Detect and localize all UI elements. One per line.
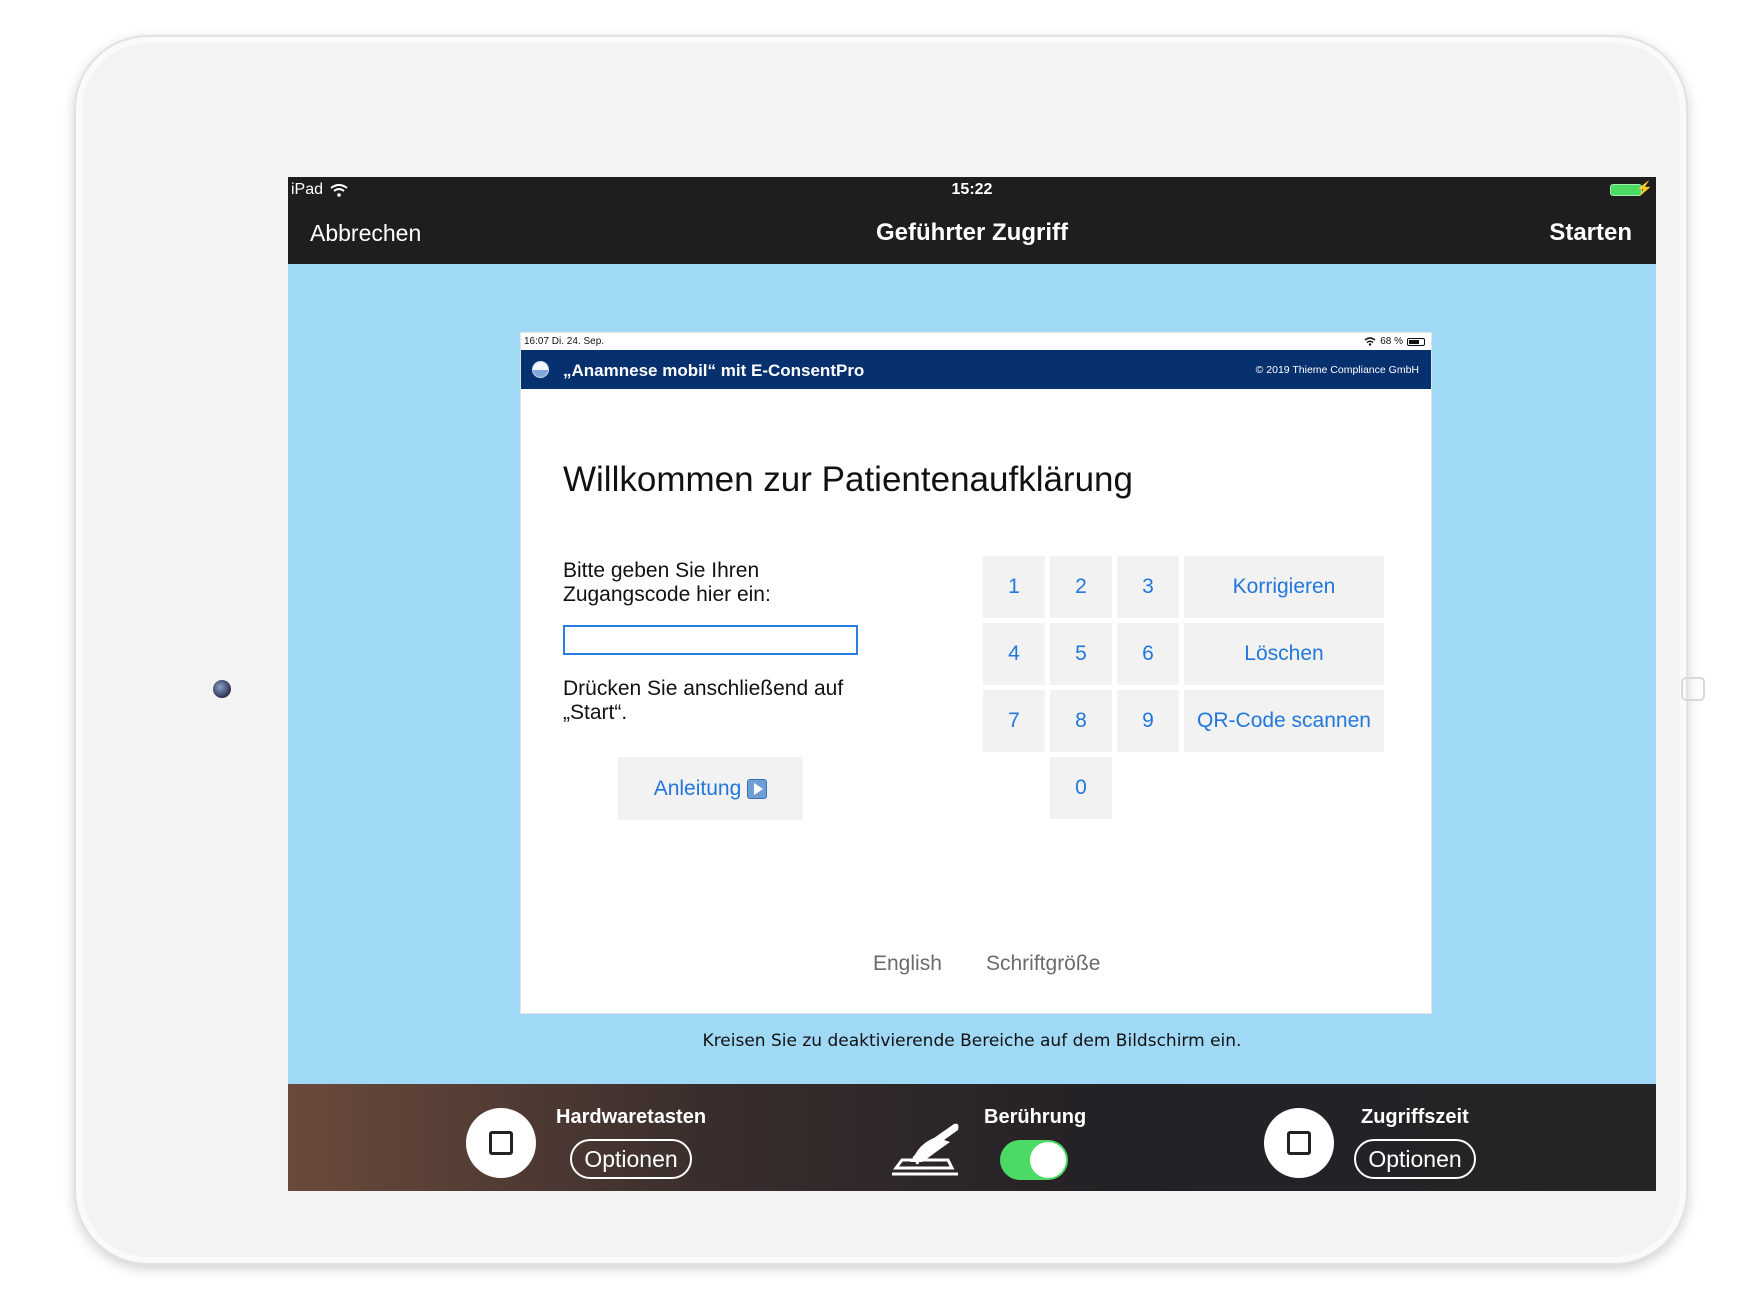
time-label: Zugriffszeit (1361, 1106, 1469, 1128)
app-status-time: 16:07 Di. 24. Sep. (524, 336, 605, 347)
key-8[interactable]: 8 (1050, 690, 1112, 752)
start-button[interactable]: Starten (1549, 219, 1632, 247)
toggle-knob (1030, 1142, 1066, 1178)
page-title: Willkommen zur Patientenaufklärung (563, 460, 1133, 499)
status-time: 15:22 (951, 181, 993, 198)
english-link[interactable]: English (873, 952, 942, 976)
key-0[interactable]: 0 (1050, 757, 1112, 819)
access-code-input[interactable] (563, 625, 858, 655)
anleitung-label: Anleitung (653, 776, 742, 800)
screen: iPad 15:22 ⚡ Abbrechen Geführter Zugriff… (288, 177, 1656, 1191)
nav-title: Geführter Zugriff (876, 219, 1068, 246)
play-icon (747, 778, 768, 799)
key-9[interactable]: 9 (1117, 690, 1179, 752)
hardware-toggle-button[interactable] (466, 1108, 536, 1178)
key-5[interactable]: 5 (1050, 623, 1112, 685)
key-6[interactable]: 6 (1117, 623, 1179, 685)
korrigieren-button[interactable]: Korrigieren (1184, 556, 1384, 618)
app-battery-text: 68 % (1380, 336, 1403, 347)
app-screen: 16:07 Di. 24. Sep. 68 % „Anamnese mobil“… (520, 332, 1432, 1014)
hint-text: Kreisen Sie zu deaktivierende Bereiche a… (702, 1031, 1242, 1051)
font-size-link[interactable]: Schriftgröße (986, 952, 1100, 976)
app-title: „Anamnese mobil“ mit E-ConsentPro (563, 361, 865, 380)
app-logo-icon (532, 361, 549, 378)
key-2[interactable]: 2 (1050, 556, 1112, 618)
key-3[interactable]: 3 (1117, 556, 1179, 618)
app-battery-icon (1407, 337, 1425, 346)
anleitung-button[interactable]: Anleitung (618, 757, 803, 820)
loeschen-button[interactable]: Löschen (1184, 623, 1384, 685)
ipad-frame: iPad 15:22 ⚡ Abbrechen Geführter Zugriff… (74, 35, 1705, 1265)
key-7[interactable]: 7 (983, 690, 1045, 752)
app-wifi-icon (1364, 337, 1376, 346)
app-status-bar: 16:07 Di. 24. Sep. 68 % (521, 333, 1431, 350)
hardware-label: Hardwaretasten (556, 1106, 707, 1128)
status-bar: iPad 15:22 ⚡ (288, 177, 1656, 202)
hardware-options-button[interactable]: Optionen (570, 1139, 692, 1179)
key-1[interactable]: 1 (983, 556, 1045, 618)
app-header: „Anamnese mobil“ mit E-ConsentPro © 2019… (521, 350, 1431, 389)
start-instruction: Drücken Sie anschließend auf „Start“. (563, 677, 844, 724)
nav-bar: Abbrechen Geführter Zugriff Starten (288, 202, 1656, 264)
camera (213, 680, 231, 698)
square-icon (489, 1131, 513, 1155)
home-button[interactable] (1681, 677, 1705, 701)
copyright: © 2019 Thieme Compliance GmbH (1255, 364, 1419, 376)
time-options-button[interactable]: Optionen (1354, 1139, 1476, 1179)
time-toggle-button[interactable] (1264, 1108, 1334, 1178)
touch-hand-icon (892, 1123, 959, 1176)
charging-icon: ⚡ (1635, 180, 1653, 196)
key-4[interactable]: 4 (983, 623, 1045, 685)
code-prompt: Bitte geben Sie Ihren Zugangscode hier e… (563, 559, 771, 606)
qr-code-button[interactable]: QR-Code scannen (1184, 690, 1384, 752)
square-icon (1287, 1131, 1311, 1155)
touch-toggle[interactable] (1000, 1140, 1068, 1180)
touch-label: Berührung (984, 1106, 1087, 1128)
bottom-bar: Hardwaretasten Optionen Berührung Zugrif… (288, 1084, 1656, 1191)
